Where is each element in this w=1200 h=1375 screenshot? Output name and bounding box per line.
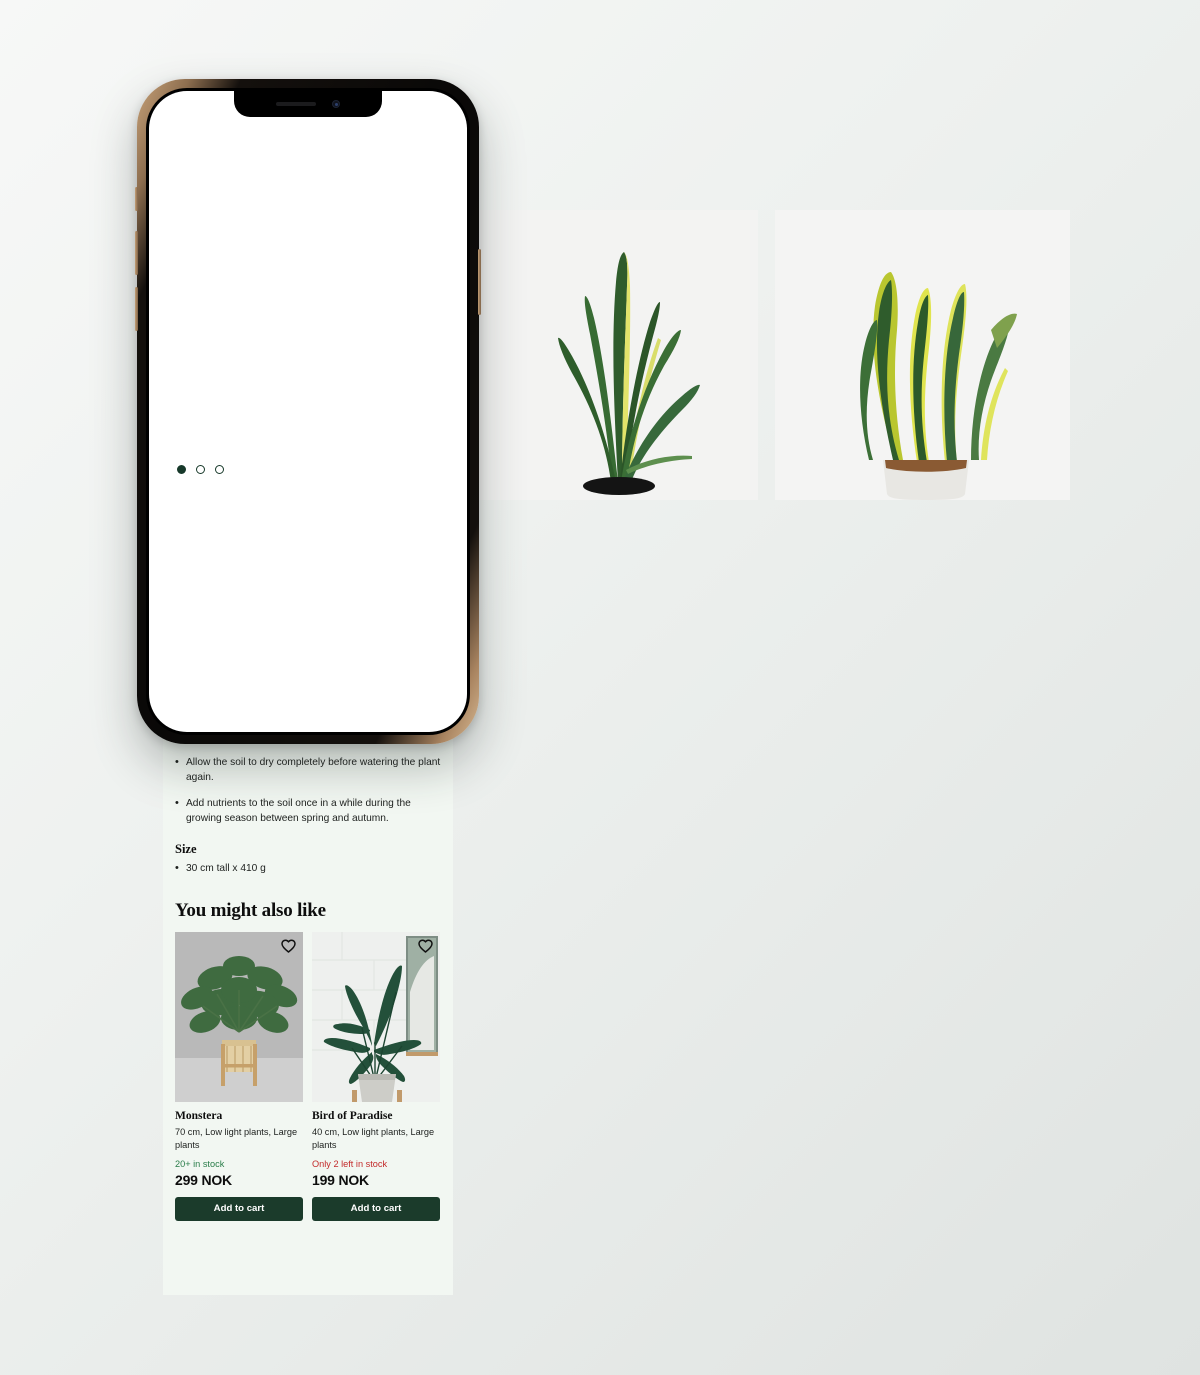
size-heading: Size	[175, 842, 197, 857]
carousel-dot-3[interactable]	[215, 465, 224, 474]
carousel-dots[interactable]	[177, 465, 224, 474]
recommendation-cards: Monstera 70 cm, Low light plants, Large …	[175, 932, 441, 1221]
product-card[interactable]: Monstera 70 cm, Low light plants, Large …	[175, 932, 303, 1221]
carousel-dot-1[interactable]	[177, 465, 186, 474]
phone-mockup	[135, 79, 481, 744]
background-product-image-2	[775, 210, 1070, 500]
product-card-add-to-cart-button[interactable]: Add to cart	[312, 1196, 440, 1221]
product-card-image[interactable]	[175, 932, 303, 1103]
product-card-stock: Only 2 left in stock	[312, 1158, 388, 1169]
product-card-price: 199 NOK	[312, 1171, 369, 1188]
product-card-image[interactable]	[312, 932, 440, 1103]
carousel-dot-2[interactable]	[196, 465, 205, 474]
phone-volume-down-button	[135, 287, 138, 331]
recommendations-heading: You might also like	[175, 900, 326, 922]
product-card-stock: 20+ in stock	[175, 1158, 225, 1169]
heart-outline-icon[interactable]	[418, 939, 433, 954]
product-card-name: Monstera	[175, 1110, 223, 1123]
product-card-meta: 40 cm, Low light plants, Large plants	[312, 1127, 435, 1151]
front-camera	[332, 100, 340, 108]
earpiece-speaker	[276, 102, 316, 106]
phone-notch	[234, 91, 382, 117]
product-card-name: Bird of Paradise	[312, 1110, 393, 1123]
phone-volume-up-button	[135, 231, 138, 275]
plant-care-item: Allow the soil to dry completely before …	[175, 755, 441, 785]
phone-screen	[149, 91, 467, 732]
product-card[interactable]: Bird of Paradise 40 cm, Low light plants…	[312, 932, 440, 1221]
product-card-meta: 70 cm, Low light plants, Large plants	[175, 1127, 298, 1151]
phone-bezel	[146, 88, 470, 735]
product-card-add-to-cart-button[interactable]: Add to cart	[175, 1196, 303, 1221]
phone-power-button	[478, 249, 481, 315]
product-card-price: 299 NOK	[175, 1171, 232, 1188]
phone-mute-switch	[135, 187, 138, 211]
heart-outline-icon[interactable]	[281, 939, 296, 954]
size-value: 30 cm tall x 410 g	[175, 862, 441, 874]
plant-care-item: Add nutrients to the soil once in a whil…	[175, 796, 441, 826]
background-product-image-1	[468, 210, 758, 500]
